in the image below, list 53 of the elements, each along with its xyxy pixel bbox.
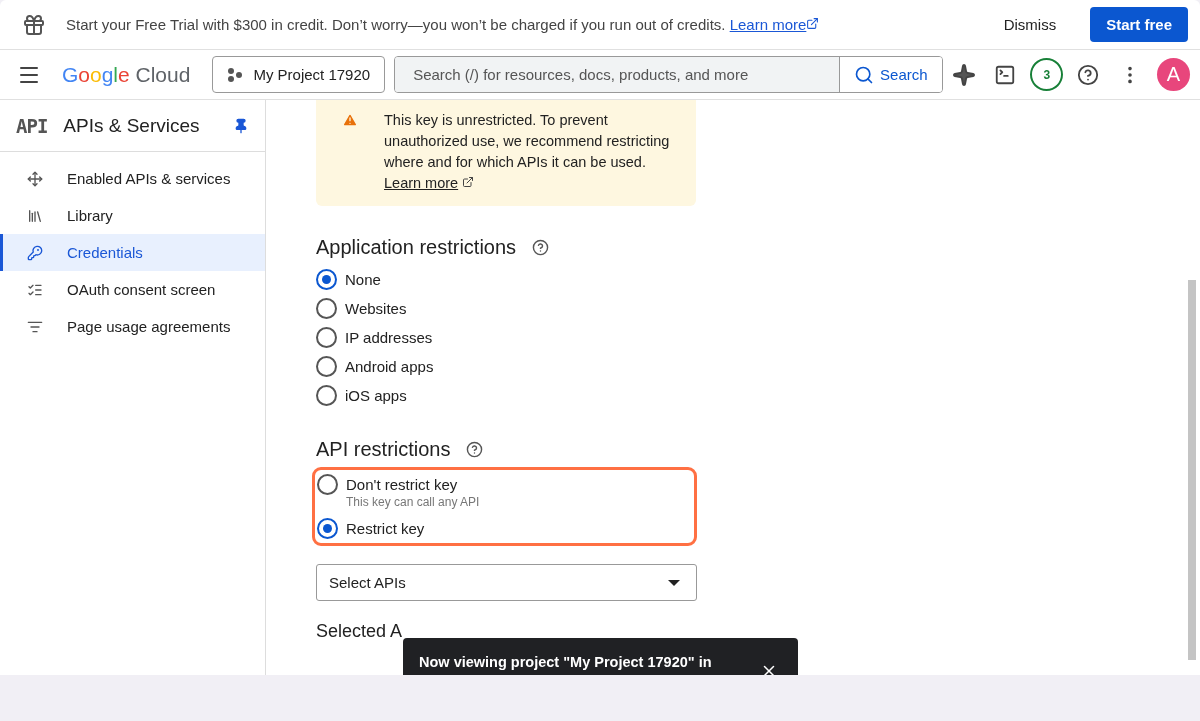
- option-label: Websites: [345, 299, 407, 319]
- sidebar-title: APIs & Services: [63, 114, 201, 137]
- search-button[interactable]: Search: [839, 57, 942, 92]
- option-hint: This key can call any API: [346, 495, 480, 509]
- avatar[interactable]: A: [1157, 58, 1190, 91]
- external-link-icon: [462, 176, 475, 188]
- warning-icon: [342, 112, 358, 128]
- start-free-button[interactable]: Start free: [1090, 7, 1188, 42]
- sidebar-item[interactable]: Credentials: [0, 234, 265, 271]
- sidebar-item[interactable]: Enabled APIs & services: [0, 160, 265, 197]
- radio-button[interactable]: [317, 518, 338, 539]
- notice-text: This key is unrestricted. To prevent unauthorized use, we recommend restricting where and for which APIs it can be used. Learn more: [384, 111, 671, 193]
- gift-icon: [22, 12, 46, 37]
- notification-badge[interactable]: 3: [1030, 58, 1064, 91]
- toast-message: Now viewing project "My Project 17920" in: [419, 654, 712, 670]
- key-icon: [27, 244, 43, 261]
- learn-more-link[interactable]: Learn more: [729, 16, 807, 33]
- option-label: Don't restrict key: [346, 475, 459, 495]
- banner-message: Start your Free Trial with $300 in credit. Don’t worry—you won’t be charged if you run out of credits. Learn more: [66, 16, 970, 33]
- radio-button[interactable]: [316, 356, 337, 377]
- option-label: Restrict key: [346, 519, 425, 539]
- arrows-icon: [27, 170, 43, 187]
- option-label: IP addresses: [345, 328, 433, 348]
- project-picker[interactable]: My Project 17920: [212, 56, 386, 93]
- pin-icon[interactable]: [233, 117, 249, 134]
- select-apis-dropdown[interactable]: Select APIs: [316, 564, 697, 601]
- radio-button[interactable]: [316, 269, 337, 290]
- project-icon: [227, 67, 244, 82]
- sidebar-item[interactable]: Library: [0, 197, 265, 234]
- help-icon[interactable]: [532, 239, 550, 256]
- section-title: API restrictions: [316, 438, 451, 461]
- option-label: None: [345, 270, 381, 290]
- sidebar-item[interactable]: OAuth consent screen: [0, 271, 265, 308]
- radio-button[interactable]: [316, 298, 337, 319]
- option-label: Android apps: [345, 357, 434, 377]
- sidebar-item[interactable]: Page usage agreements: [0, 308, 265, 345]
- radio-button[interactable]: [317, 474, 338, 495]
- option-label: iOS apps: [345, 386, 407, 406]
- help-icon[interactable]: [466, 441, 484, 458]
- radio-button[interactable]: [316, 327, 337, 348]
- api-label: API: [16, 114, 48, 137]
- radio-button[interactable]: [316, 385, 337, 406]
- scrollbar[interactable]: [1188, 280, 1196, 660]
- external-link-icon: [806, 17, 820, 30]
- section-title: Selected A: [316, 621, 404, 642]
- search-field[interactable]: Search (/) for resources, docs, products, and more Search: [394, 56, 943, 93]
- logo[interactable]: Google Cloud: [61, 62, 191, 87]
- library-icon: [27, 207, 43, 224]
- caret-icon: [668, 579, 680, 586]
- dismiss-button[interactable]: Dismiss: [989, 8, 1071, 41]
- search-icon: [854, 64, 875, 85]
- section-title: Application restrictions: [316, 236, 517, 259]
- learn-more-link[interactable]: Learn more: [384, 175, 459, 191]
